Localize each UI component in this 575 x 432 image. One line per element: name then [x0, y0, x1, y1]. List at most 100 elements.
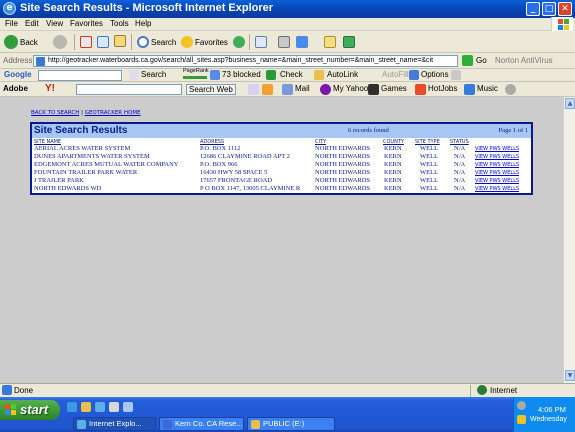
- check-button[interactable]: Check: [280, 70, 303, 79]
- refresh-icon[interactable]: [97, 36, 109, 48]
- show-desktop-icon[interactable]: [67, 402, 77, 412]
- window-title: Site Search Results - Microsoft Internet…: [20, 2, 274, 14]
- yahoo-logo[interactable]: Y!: [45, 83, 55, 94]
- page-content: BACK TO SEARCH | GEOTRACKER HOME Site Se…: [0, 97, 563, 383]
- options-icon: [409, 70, 419, 80]
- highlight-icon[interactable]: [262, 84, 273, 95]
- toolbar-more-icon[interactable]: [505, 84, 516, 95]
- games-button[interactable]: Games: [381, 84, 407, 93]
- address-url: http://geotracker.waterboards.ca.gov/sea…: [48, 57, 434, 64]
- yahoo-mail-button[interactable]: Mail: [295, 84, 310, 93]
- stop-icon[interactable]: [80, 36, 92, 48]
- address-input[interactable]: http://geotracker.waterboards.ca.gov/sea…: [33, 55, 458, 67]
- quicklaunch-app-icon[interactable]: [123, 402, 133, 412]
- yahoo-search-input[interactable]: [76, 84, 182, 95]
- status-text: Done: [14, 386, 34, 395]
- adobe-button[interactable]: Adobe: [3, 84, 28, 93]
- close-button[interactable]: ✕: [558, 2, 572, 16]
- taskbar-public-drive[interactable]: PUBLIC (E:): [247, 417, 335, 431]
- table-row: J TRAILER PARK 17657 FRONTAGE ROAD NORTH…: [34, 177, 520, 185]
- address-label: Address: [3, 56, 33, 65]
- autofill-button[interactable]: AutoFill: [382, 70, 409, 79]
- pagerank-label[interactable]: PageRank: [183, 68, 209, 74]
- table-row: EDGEMONT ACRES MUTUAL WATER COMPANY P.O.…: [34, 161, 520, 169]
- minimize-button[interactable]: _: [526, 2, 540, 16]
- results-title: Site Search Results: [34, 125, 128, 136]
- mail-icon[interactable]: [255, 36, 267, 48]
- options-button[interactable]: Options: [421, 70, 449, 79]
- taskbar: start Internet Explo... Kern Co. CA Rese…: [0, 397, 575, 432]
- quicklaunch-ie-icon[interactable]: [95, 402, 105, 412]
- favorites-star-icon[interactable]: [181, 36, 193, 48]
- hotjobs-icon: [415, 84, 426, 95]
- quicklaunch-folder-icon[interactable]: [81, 402, 91, 412]
- google-search-input[interactable]: [38, 70, 122, 81]
- scroll-up-icon[interactable]: ▲: [565, 98, 575, 109]
- security-zone: Internet: [490, 386, 518, 395]
- norton-antivirus[interactable]: Norton AntiVirus: [495, 56, 553, 65]
- back-arrow-icon[interactable]: [4, 35, 18, 49]
- view-pws-wells-link[interactable]: VIEW PWS WELLS: [475, 169, 519, 177]
- edit-icon[interactable]: [296, 36, 308, 48]
- favorites-button[interactable]: Favorites: [195, 38, 228, 47]
- menu-view[interactable]: View: [46, 19, 63, 28]
- search-web-button[interactable]: Search Web: [186, 84, 236, 95]
- tray-app-icon[interactable]: [517, 415, 526, 424]
- menu-favorites[interactable]: Favorites: [70, 19, 103, 28]
- menu-file[interactable]: File: [5, 19, 18, 28]
- search-icon[interactable]: [137, 36, 149, 48]
- taskbar-kern-co[interactable]: Kern Co. CA Rese...: [159, 417, 244, 431]
- results-panel: Site Search Results 6 records found Page…: [30, 122, 533, 195]
- windows-flag-icon: [5, 404, 17, 416]
- view-pws-wells-link[interactable]: VIEW PWS WELLS: [475, 153, 519, 161]
- quicklaunch-media-icon[interactable]: [109, 402, 119, 412]
- google-search-icon[interactable]: [129, 70, 139, 80]
- volume-icon[interactable]: [517, 401, 526, 410]
- back-to-search-link[interactable]: BACK TO SEARCH: [31, 110, 79, 116]
- go-arrow-icon[interactable]: [462, 55, 473, 66]
- go-button[interactable]: Go: [476, 56, 487, 65]
- ie-logo-icon: e: [3, 2, 16, 15]
- print-icon[interactable]: [278, 36, 290, 48]
- pencil-icon[interactable]: [451, 70, 461, 80]
- results-header: Site Search Results 6 records found Page…: [32, 124, 531, 138]
- messenger-icon[interactable]: [324, 36, 336, 48]
- taskbar-internet-explorer[interactable]: Internet Explo...: [73, 417, 156, 431]
- records-count: 6 records found: [348, 127, 389, 134]
- table-row: NORTH EDWARDS WD P O BOX 1147, 13005 CLA…: [34, 185, 520, 193]
- view-pws-wells-link[interactable]: VIEW PWS WELLS: [475, 177, 519, 185]
- google-logo[interactable]: Google: [4, 70, 32, 79]
- folder-icon: [251, 420, 260, 429]
- yahoo-bookmarks-icon[interactable]: [248, 84, 259, 95]
- view-pws-wells-link[interactable]: VIEW PWS WELLS: [475, 145, 519, 153]
- vertical-scrollbar[interactable]: ▲ ▼: [563, 97, 575, 383]
- forward-arrow-icon[interactable]: [53, 35, 67, 49]
- title-bar[interactable]: e Site Search Results - Microsoft Intern…: [0, 0, 575, 18]
- start-button[interactable]: start: [0, 400, 60, 420]
- system-tray: 4:06 PM Wednesday: [513, 397, 575, 432]
- mail-envelope-icon: [282, 84, 293, 95]
- clock-time[interactable]: 4:06 PM: [538, 405, 566, 414]
- autolink-button[interactable]: AutoLink: [327, 70, 358, 79]
- menu-help[interactable]: Help: [135, 19, 151, 28]
- pagination: Page 1 of 1: [498, 127, 528, 134]
- history-icon[interactable]: [233, 36, 245, 48]
- research-icon[interactable]: [343, 36, 355, 48]
- hotjobs-button[interactable]: HotJobs: [428, 84, 457, 93]
- menu-edit[interactable]: Edit: [25, 19, 39, 28]
- music-button[interactable]: Music: [477, 84, 498, 93]
- maximize-button[interactable]: □: [542, 2, 556, 16]
- view-pws-wells-link[interactable]: VIEW PWS WELLS: [475, 185, 519, 193]
- google-search-button[interactable]: Search: [141, 70, 166, 79]
- my-yahoo-button[interactable]: My Yahoo!: [333, 84, 371, 93]
- yahoo-toolbar: Adobe Y! Search Web Mail My Yahoo! Games…: [0, 82, 575, 97]
- my-yahoo-icon: [320, 84, 331, 95]
- menu-tools[interactable]: Tools: [110, 19, 129, 28]
- geotracker-home-link[interactable]: GEOTRACKER HOME: [85, 110, 141, 116]
- view-pws-wells-link[interactable]: VIEW PWS WELLS: [475, 161, 519, 169]
- search-button[interactable]: Search: [151, 38, 176, 47]
- popups-blocked[interactable]: 73 blocked: [222, 70, 261, 79]
- scroll-down-icon[interactable]: ▼: [565, 370, 575, 381]
- home-icon[interactable]: [114, 35, 126, 47]
- back-button[interactable]: Back: [20, 38, 38, 47]
